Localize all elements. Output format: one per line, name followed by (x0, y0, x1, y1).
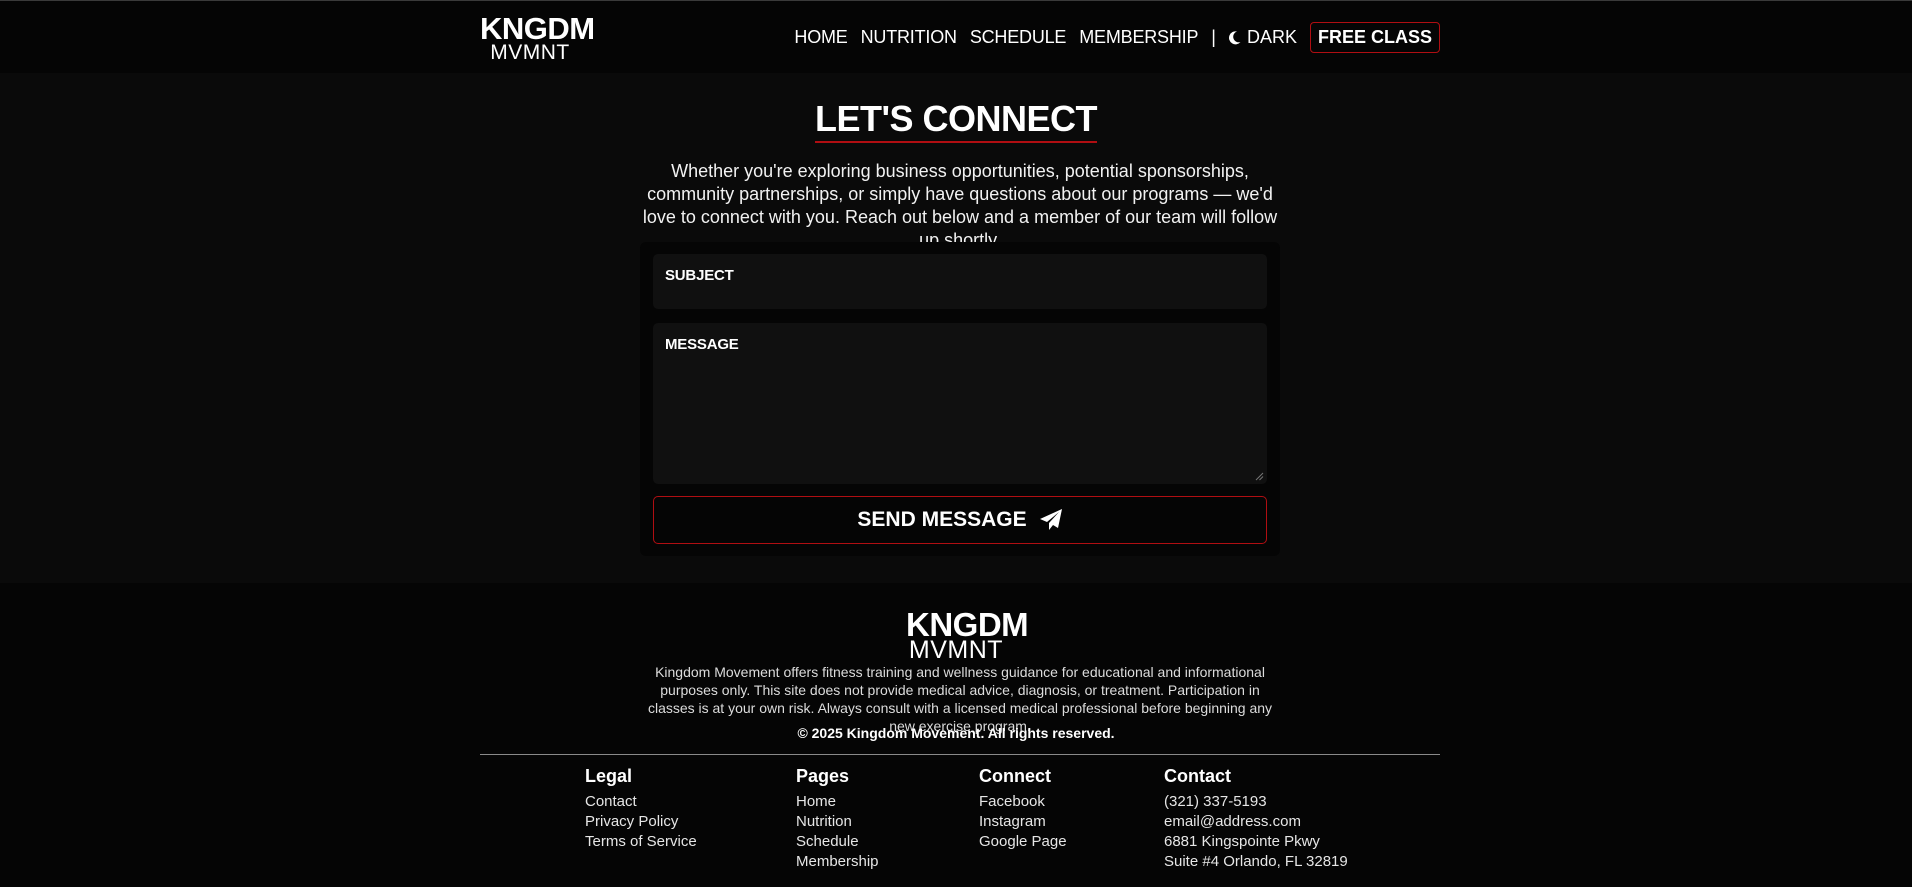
footer-email: email@address.com (1164, 813, 1301, 830)
paper-plane-icon (1039, 509, 1062, 530)
message-field[interactable]: MESSAGE (653, 323, 1267, 484)
message-label: MESSAGE (665, 336, 739, 353)
footer-contact-title: Contact (1164, 766, 1231, 786)
footer-legal-title: Legal (585, 766, 633, 786)
footer-connect-title: Connect (979, 766, 1051, 786)
theme-toggle[interactable]: DARK (1228, 27, 1297, 48)
footer-link-schedule[interactable]: Schedule (796, 832, 879, 852)
footer-col-connect: Connect Facebook Instagram Google Page (979, 766, 1067, 852)
contact-form: SUBJECT MESSAGE SEND MESSAGE (640, 242, 1280, 556)
footer-link-nutrition[interactable]: Nutrition (796, 812, 879, 832)
header-logo[interactable]: KNGDM MVMNT (480, 11, 595, 64)
moon-icon (1228, 30, 1241, 44)
footer-logo-bottom: MVMNT (908, 636, 1004, 664)
footer-phone: (321) 337-5193 (1164, 793, 1267, 810)
footer-address-line1: 6881 Kingspointe Pkwy (1164, 833, 1320, 850)
footer-col-pages: Pages Home Nutrition Schedule Membership (796, 766, 879, 872)
footer-divider (480, 754, 1440, 755)
main-nav: HOME NUTRITION SCHEDULE MEMBERSHIP | DAR… (781, 21, 1440, 54)
footer-link-membership[interactable]: Membership (796, 852, 879, 872)
footer-link-facebook[interactable]: Facebook (979, 792, 1067, 812)
footer-col-contact: Contact (321) 337-5193 email@address.com… (1164, 766, 1348, 872)
footer-link-privacy[interactable]: Privacy Policy (585, 812, 697, 832)
logo-wordmark-bottom: MVMNT (490, 41, 570, 64)
nav-membership[interactable]: MEMBERSHIP (1079, 27, 1198, 48)
site-header: KNGDM MVMNT HOME NUTRITION SCHEDULE MEMB… (0, 0, 1912, 73)
free-class-button[interactable]: FREE CLASS (1309, 22, 1440, 53)
footer-link-contact[interactable]: Contact (585, 792, 697, 812)
subject-label: SUBJECT (665, 267, 734, 284)
contact-intro: Whether you're exploring business opport… (642, 161, 1278, 250)
footer-link-home[interactable]: Home (796, 792, 879, 812)
nav-home[interactable]: HOME (794, 27, 847, 48)
footer-pages-title: Pages (796, 766, 850, 786)
footer-link-terms[interactable]: Terms of Service (585, 832, 697, 852)
send-message-label: SEND MESSAGE (857, 508, 1027, 531)
site-footer: KNGDM MVMNT Kingdom Movement offers fitn… (0, 583, 1912, 887)
theme-toggle-label: DARK (1246, 27, 1297, 47)
page-title: LET'S CONNECT (814, 100, 1098, 143)
copyright: © 2025 Kingdom Movement. All rights rese… (797, 725, 1115, 741)
nav-nutrition[interactable]: NUTRITION (861, 27, 957, 48)
nav-separator: | (1211, 27, 1216, 47)
send-message-button[interactable]: SEND MESSAGE (653, 496, 1267, 544)
nav-schedule[interactable]: SCHEDULE (970, 27, 1067, 48)
footer-link-instagram[interactable]: Instagram (979, 812, 1067, 832)
logo-wordmark-top: KNGDM (480, 11, 595, 46)
footer-link-google[interactable]: Google Page (979, 832, 1067, 852)
footer-logo: KNGDM MVMNT (906, 608, 1029, 664)
footer-address-line2: Suite #4 Orlando, FL 32819 (1164, 853, 1348, 870)
subject-field[interactable]: SUBJECT (653, 254, 1267, 309)
footer-col-legal: Legal Contact Privacy Policy Terms of Se… (585, 766, 697, 852)
resize-handle-icon[interactable] (1255, 472, 1264, 481)
contact-title-wrap: LET'S CONNECT (0, 100, 1912, 143)
